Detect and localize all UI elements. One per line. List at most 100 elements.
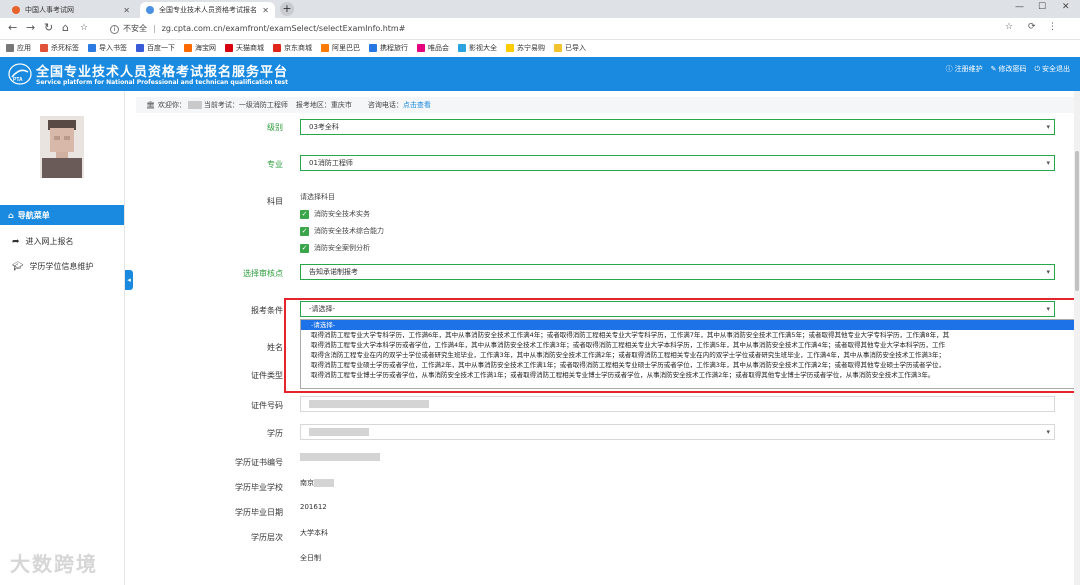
bookmark-item[interactable]: 苏宁易购: [506, 43, 545, 53]
caret-down-icon: ▾: [1046, 159, 1050, 167]
major-select[interactable]: 01消防工程师 ▾: [300, 155, 1055, 171]
condition-select[interactable]: -请选择- ▾: [300, 301, 1055, 317]
nav-menu-header[interactable]: ⌂ 导航菜单: [0, 205, 124, 225]
bookmark-item[interactable]: 京东商城: [273, 43, 312, 53]
browser-tab-2[interactable]: 全国专业技术人员资格考试报名 ✕: [140, 2, 275, 18]
education-label: 学历: [267, 429, 283, 438]
back-icon[interactable]: ←: [8, 21, 17, 34]
new-tab-button[interactable]: +: [280, 2, 294, 16]
subject-hint: 请选择科目: [300, 193, 335, 201]
bookmark-item[interactable]: 应用: [6, 43, 31, 53]
dropdown-option[interactable]: -请选择-: [301, 320, 1078, 330]
edu-level-value: 大学本科: [300, 529, 328, 537]
star-outline-icon[interactable]: ☆: [80, 23, 88, 33]
grad-date-value: 201612: [300, 503, 327, 511]
study-form-value: 全日制: [300, 554, 321, 562]
bookmark-item[interactable]: 影视大全: [458, 43, 497, 53]
power-icon: ⏻: [1034, 65, 1040, 73]
reload-icon[interactable]: ↻: [44, 21, 53, 34]
caret-down-icon: ▾: [1046, 428, 1050, 436]
browser-tab-1[interactable]: 中国人事考试网 ✕: [6, 2, 136, 18]
bookmark-item[interactable]: 天猫商城: [225, 43, 264, 53]
subject-option[interactable]: ✓ 消防安全技术综合能力: [300, 226, 384, 236]
maximize-icon[interactable]: ☐: [1038, 2, 1046, 12]
checkbox-checked-icon[interactable]: ✓: [300, 243, 309, 253]
scrollbar-thumb[interactable]: [1075, 151, 1079, 291]
bookmarks-bar: 应用 杀死标签 导入书签 百度一下 海宝网 天猫商城 京东商城 阿里巴巴 携程旅行 唯品会 影视大全…: [0, 40, 1080, 56]
menu-icon[interactable]: ⋮: [1048, 22, 1057, 32]
audit-point-label: 选择审核点: [243, 269, 283, 278]
dropdown-option[interactable]: 取得消防工程专业大学专科学历，工作满6年，其中从事消防安全技术工作满4年；或者取…: [301, 330, 1078, 340]
breadcrumb: 🏛︎ 欢迎你： 当前考试： 一级消防工程师 报考地区： 重庆市 咨询电话： 点击…: [136, 97, 1080, 113]
bookmark-favicon-icon: [273, 44, 281, 52]
id-number-field[interactable]: [300, 396, 1055, 412]
sidebar-item-degree-info[interactable]: 🎓︎ 学历学位信息维护: [12, 261, 93, 272]
tab-favicon-icon: [12, 6, 20, 14]
bookmark-favicon-icon: [369, 44, 377, 52]
page-scrollbar[interactable]: [1074, 91, 1080, 585]
tab-close-icon[interactable]: ✕: [262, 6, 269, 15]
avatar: [40, 116, 84, 178]
education-select[interactable]: ▾: [300, 424, 1055, 440]
condition-label: 报考条件: [251, 306, 283, 315]
tab-label: 中国人事考试网: [25, 6, 74, 14]
bookmark-item[interactable]: 阿里巴巴: [321, 43, 360, 53]
extension-icon[interactable]: ⟳: [1028, 22, 1036, 32]
subject-option[interactable]: ✓ 消防安全案例分析: [300, 243, 384, 253]
level-select[interactable]: 03考全科 ▾: [300, 119, 1055, 135]
bookmark-item[interactable]: 杀死标签: [40, 43, 79, 53]
bookmark-star-icon[interactable]: ☆: [1005, 22, 1013, 32]
checkbox-checked-icon[interactable]: ✓: [300, 209, 309, 219]
sidebar-item-online-registration[interactable]: ➦ 进入网上报名: [12, 236, 74, 247]
bookmark-item[interactable]: 百度一下: [136, 43, 175, 53]
checkbox-checked-icon[interactable]: ✓: [300, 226, 309, 236]
id-type-label: 证件类型: [251, 371, 283, 380]
info-icon[interactable]: i: [110, 24, 119, 34]
phone-view-link[interactable]: 点击查看: [403, 100, 431, 110]
bookmark-favicon-icon: [417, 44, 425, 52]
address-bar[interactable]: i 不安全 | zg.cpta.com.cn/examfront/examSel…: [110, 21, 405, 37]
logout-link[interactable]: ⏻ 安全退出: [1034, 64, 1070, 74]
subject-option[interactable]: ✓ 消防安全技术实务: [300, 209, 384, 219]
level-label: 级别: [267, 123, 283, 132]
graduation-cap-icon: 🎓︎: [12, 261, 24, 272]
dropdown-option[interactable]: 取得消防工程专业博士学历或者学位，从事消防安全技术工作满1年；或者取得消防工程相…: [301, 370, 1078, 380]
close-window-icon[interactable]: ✕: [1062, 2, 1070, 12]
caret-down-icon: ▾: [1046, 123, 1050, 131]
bookmark-favicon-icon: [88, 44, 96, 52]
edu-level-label: 学历层次: [251, 533, 283, 542]
dropdown-option[interactable]: 取得消防工程专业大学本科学历或者学位，工作满4年，其中从事消防安全技术工作满3年…: [301, 340, 1078, 350]
register-link[interactable]: ⓘ 注册维护: [946, 64, 983, 74]
bookmark-item[interactable]: 海宝网: [184, 43, 216, 53]
bookmark-favicon-icon: [40, 44, 48, 52]
url-text[interactable]: zg.cpta.com.cn/examfront/examSelect/sele…: [162, 21, 406, 37]
dropdown-option[interactable]: 取得消防工程专业硕士学历或者学位，工作满2年，其中从事消防安全技术工作满1年；或…: [301, 360, 1078, 370]
forward-icon[interactable]: →: [26, 21, 35, 34]
site-header: PTA 全国专业技术人员资格考试报名服务平台 Service platform …: [0, 57, 1080, 91]
bookmark-favicon-icon: [458, 44, 466, 52]
bookmark-favicon-icon: [321, 44, 329, 52]
home-icon: ⌂: [8, 210, 14, 220]
minimize-icon[interactable]: —: [1015, 2, 1024, 12]
edit-icon: ✎: [990, 65, 997, 73]
security-label: 不安全: [123, 24, 147, 33]
audit-point-select[interactable]: 告知承诺制报考 ▾: [300, 264, 1055, 280]
name-label: 姓名: [267, 343, 283, 352]
bookmark-item[interactable]: 已导入: [554, 43, 586, 53]
major-label: 专业: [267, 160, 283, 169]
browser-toolbar: ← → ↻ ⌂ ☆ i 不安全 | zg.cpta.com.cn/examfro…: [0, 18, 1080, 40]
id-number-label: 证件号码: [251, 401, 283, 410]
tab-close-icon[interactable]: ✕: [123, 6, 130, 15]
home-icon[interactable]: ⌂: [62, 21, 69, 34]
sidebar-collapse-button[interactable]: ◂: [125, 270, 133, 290]
change-password-link[interactable]: ✎ 修改密码: [991, 64, 1027, 74]
bookmark-item[interactable]: 唯品会: [417, 43, 449, 53]
header-links: ⓘ 注册维护 ✎ 修改密码 ⏻ 安全退出: [946, 64, 1070, 74]
bookmark-favicon-icon: [225, 44, 233, 52]
browser-tabbar: 中国人事考试网 ✕ 全国专业技术人员资格考试报名 ✕ + — ☐ ✕: [0, 0, 1080, 18]
pta-logo-icon: PTA: [8, 63, 32, 85]
share-arrow-icon: ➦: [12, 236, 20, 247]
dropdown-option[interactable]: 取得含消防工程专业在内的双学士学位或者研究生班毕业，工作满3年，其中从事消防安全…: [301, 350, 1078, 360]
bookmark-item[interactable]: 携程旅行: [369, 43, 408, 53]
bookmark-item[interactable]: 导入书签: [88, 43, 127, 53]
